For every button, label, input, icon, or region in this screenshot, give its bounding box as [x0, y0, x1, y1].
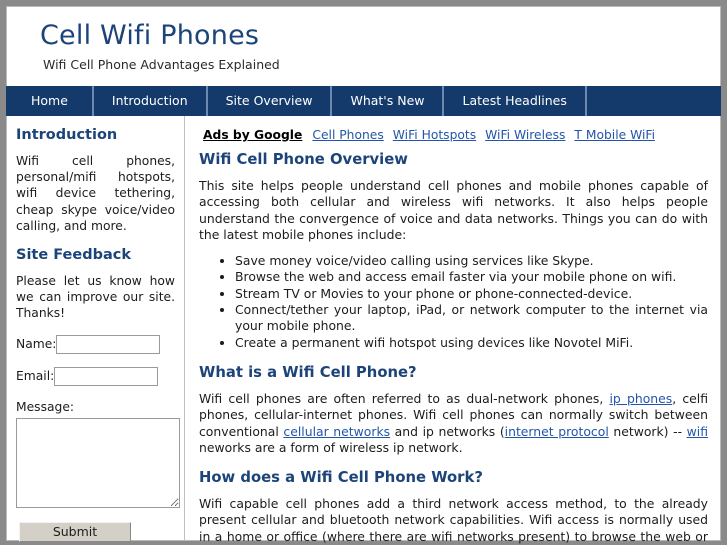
ad-link-t-mobile-wifi[interactable]: T Mobile WiFi	[574, 128, 655, 142]
message-textarea[interactable]	[16, 417, 180, 508]
list-item: Save money voice/video calling using ser…	[235, 253, 708, 269]
content-area: Introduction Wifi cell phones, personal/…	[6, 116, 721, 544]
sidebar: Introduction Wifi cell phones, personal/…	[7, 116, 185, 542]
email-input[interactable]	[54, 366, 159, 386]
sidebar-heading-introduction: Introduction	[16, 127, 118, 143]
site-tagline: Wifi Cell Phone Advantages Explained	[43, 57, 280, 72]
site-panel: Cell Wifi Phones Wifi Cell Phone Advanta…	[6, 6, 721, 544]
email-label: Email:	[16, 369, 55, 384]
link-ip-phones[interactable]: ip phones	[609, 391, 672, 406]
ads-by-google-bar: Ads by Google Cell Phones WiFi Hotspots WiF…	[203, 127, 708, 143]
submit-button[interactable]: Submit	[19, 521, 131, 542]
link-cellular-networks[interactable]: cellular networks	[283, 424, 390, 439]
what-is-text-part-4: network) --	[608, 423, 687, 439]
list-item: Create a permanent wifi hotspot using de…	[235, 335, 708, 351]
nav-filler	[587, 86, 721, 116]
what-is-text-part-5: neworks are a form of wireless ip networ…	[199, 439, 463, 455]
sidebar-feedback-text: Please let us know how we can improve ou…	[16, 274, 175, 321]
site-header: Cell Wifi Phones Wifi Cell Phone Advanta…	[6, 6, 721, 86]
sidebar-intro-text: Wifi cell phones, personal/mifi hotspots…	[16, 154, 175, 233]
message-label: Message:	[16, 399, 75, 414]
ad-link-cell-phones[interactable]: Cell Phones	[312, 128, 383, 142]
paragraph-what-is: Wifi cell phones are often referred to a…	[199, 391, 708, 456]
what-is-text-part-3: and ip networks (	[390, 423, 505, 439]
ads-by-google-label: Ads by Google	[203, 128, 303, 142]
nav-item-whats-new[interactable]: What's New	[332, 86, 445, 116]
heading-how-does-a-wifi-cell-phone-work: How does a Wifi Cell Phone Work?	[199, 469, 483, 487]
overview-bullet-list: Save money voice/video calling using ser…	[199, 253, 708, 351]
heading-what-is-a-wifi-cell-phone: What is a Wifi Cell Phone?	[199, 363, 417, 381]
nav-item-introduction[interactable]: Introduction	[94, 86, 208, 116]
link-wifi[interactable]: wifi	[687, 424, 708, 439]
name-field-row: Name:	[16, 334, 175, 354]
link-internet-protocol[interactable]: internet protocol	[505, 424, 609, 439]
name-input[interactable]	[56, 334, 161, 354]
list-item: Connect/tether your laptop, iPad, or net…	[235, 302, 708, 335]
main-content: Ads by Google Cell Phones WiFi Hotspots WiF…	[185, 116, 720, 544]
email-field-row: Email:	[16, 366, 175, 386]
what-is-text-part-1: Wifi cell phones are often referred to a…	[199, 390, 610, 406]
list-item: Stream TV or Movies to your phone or pho…	[235, 286, 708, 302]
paragraph-overview: This site helps people understand cell p…	[199, 178, 708, 242]
paragraph-how-it-works: Wifi capable cell phones add a third net…	[199, 496, 708, 544]
heading-wifi-cell-phone-overview: Wifi Cell Phone Overview	[199, 151, 408, 168]
site-title: Cell Wifi Phones	[40, 20, 260, 51]
main-navigation: Home Introduction Site Overview What's N…	[6, 86, 721, 116]
nav-item-latest-headlines[interactable]: Latest Headlines	[444, 86, 587, 116]
nav-item-home[interactable]: Home	[7, 86, 94, 116]
name-label: Name:	[16, 337, 57, 352]
ad-link-wifi-hotspots[interactable]: WiFi Hotspots	[393, 128, 476, 142]
nav-item-site-overview[interactable]: Site Overview	[208, 86, 333, 116]
list-item: Browse the web and access email faster v…	[235, 269, 708, 285]
sidebar-heading-site-feedback: Site Feedback	[16, 247, 131, 264]
ad-link-wifi-wireless[interactable]: WiFi Wireless	[485, 128, 565, 142]
page-root: Cell Wifi Phones Wifi Cell Phone Advanta…	[0, 0, 727, 545]
